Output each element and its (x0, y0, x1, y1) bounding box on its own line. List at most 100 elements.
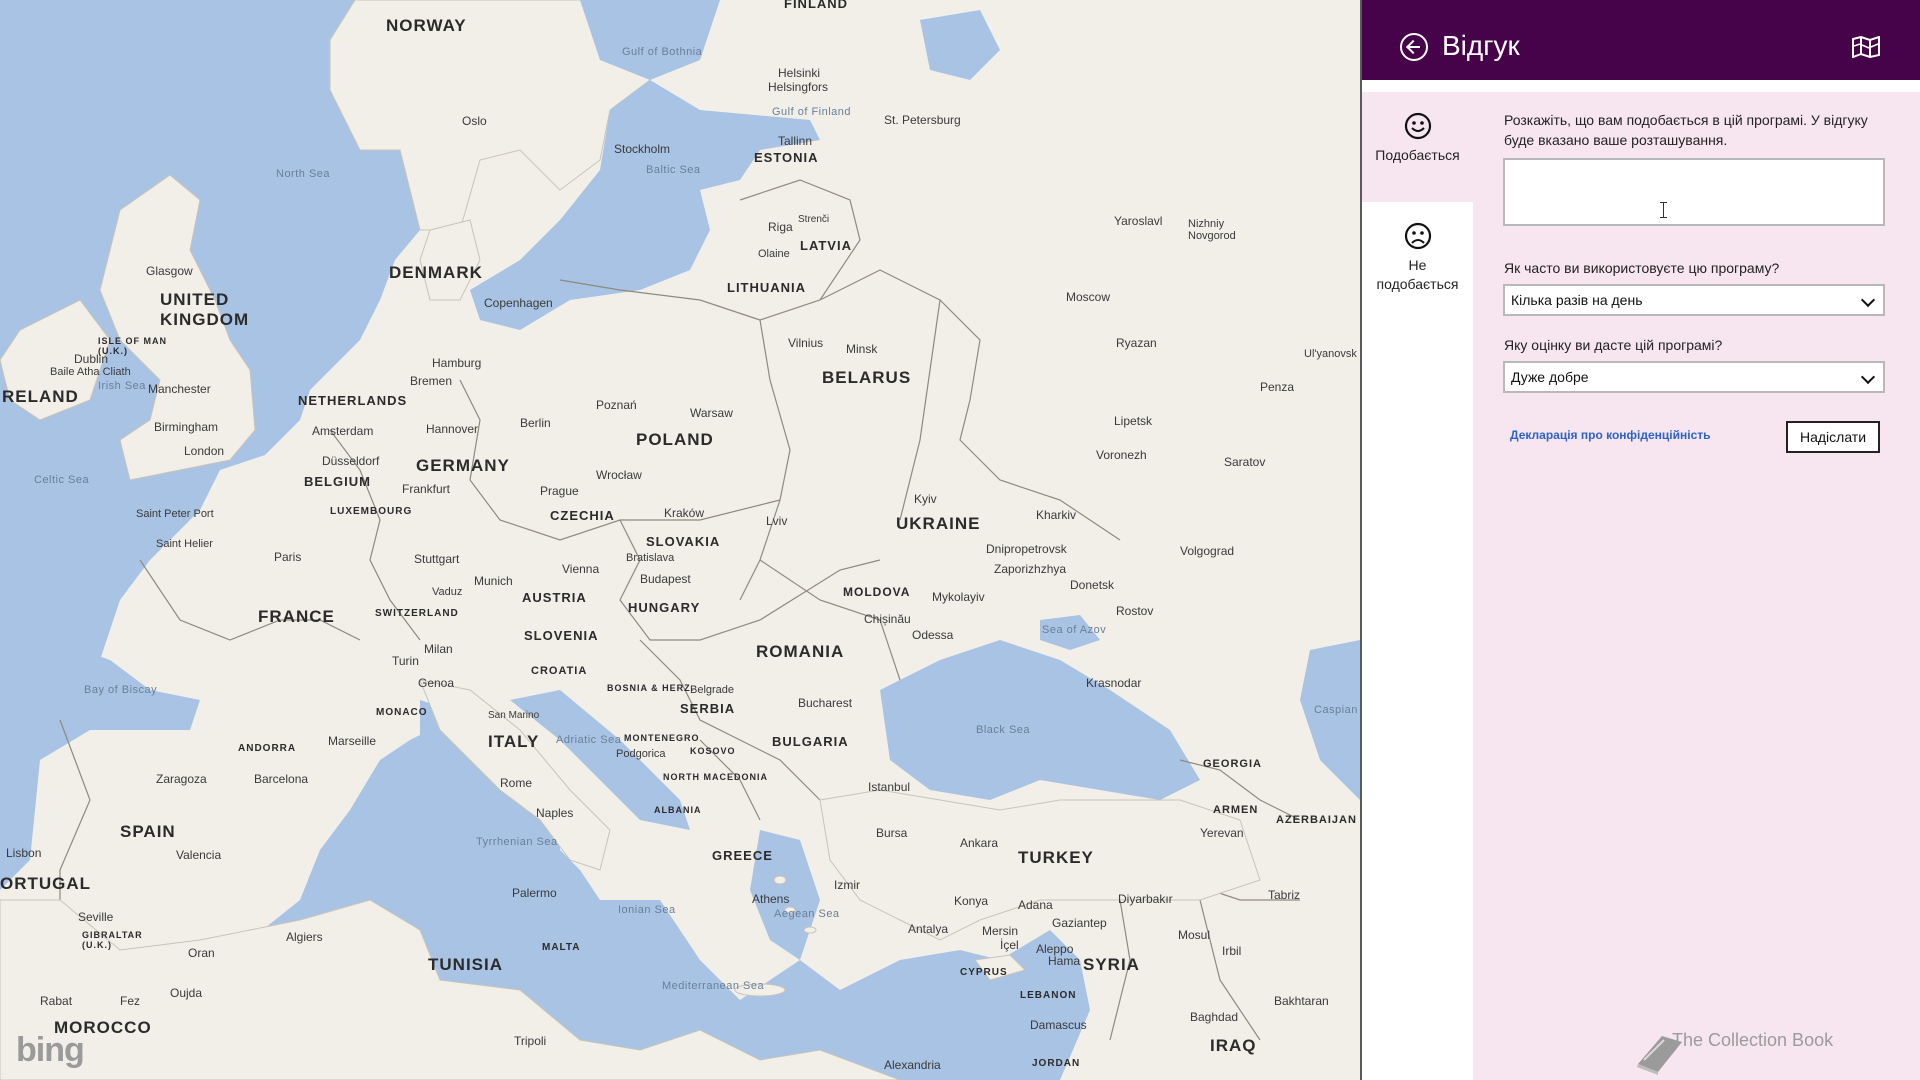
map-city-minsk: Minsk (846, 342, 878, 356)
map-city-zaporizhzhya: Zaporizhzhya (994, 562, 1067, 576)
map-sea-bothnia: Gulf of Bothnia (622, 46, 703, 58)
map-city-belgrade: Belgrade (690, 684, 735, 696)
feedback-textbox[interactable] (1503, 158, 1885, 226)
rating-select-value: Дуже добре (1511, 369, 1589, 385)
map-city-athens: Athens (752, 892, 790, 906)
frown-icon (1404, 222, 1431, 250)
map-city-valencia: Valencia (176, 848, 222, 862)
text-cursor-icon (1660, 202, 1667, 218)
map-city-kyiv: Kyiv (914, 492, 937, 506)
map-city-ankara: Ankara (960, 836, 999, 850)
map-label-spain: SPAIN (120, 822, 176, 841)
map-city-wroclaw: Wrocław (596, 468, 642, 482)
usage-select[interactable]: Кілька разів на день (1503, 284, 1885, 316)
map-city-dnipropetrovsk: Dnipropetrovsk (986, 542, 1067, 556)
tab-like[interactable]: Подобається (1362, 92, 1473, 202)
map-label-romania: ROMANIA (756, 642, 845, 661)
back-arrow-icon[interactable] (1400, 33, 1428, 61)
brand-name: The Collection Book (1672, 1030, 1834, 1050)
map-city-moscow: Moscow (1066, 290, 1111, 304)
map-city-baile-atha-cliath: Baile Atha Cliath (50, 366, 131, 378)
map-city-rabat: Rabat (40, 994, 73, 1008)
map-label-cyprus: CYPRUS (960, 967, 1008, 978)
map-sea-ionian: Ionian Sea (618, 904, 676, 916)
map-sea-azov: Sea of Azov (1042, 624, 1107, 636)
map-city-yerevan: Yerevan (1200, 826, 1244, 840)
map-city-manchester: Manchester (148, 382, 211, 396)
map-label-united-kingdom: UNITED KINGDOM (160, 290, 250, 329)
send-button[interactable]: Надіслати (1786, 421, 1880, 453)
map-label-italy: ITALY (488, 732, 540, 751)
rating-select[interactable]: Дуже добре (1503, 361, 1885, 393)
map-city-stockholm: Stockholm (614, 142, 671, 156)
map-sea-aegean: Aegean Sea (774, 908, 840, 920)
map-city-izmir: Izmir (834, 878, 860, 892)
map-label-syria: SYRIA (1083, 955, 1140, 974)
map-city-hamburg: Hamburg (432, 356, 482, 370)
map-city-olaine: Olaine (758, 248, 790, 260)
map-label-latvia: LATVIA (800, 238, 852, 253)
map-label-georgia: GEORGIA (1203, 758, 1262, 770)
map-city-hannover: Hannover (426, 422, 479, 436)
map-label-malta: MALTA (542, 942, 581, 953)
map-city-volgograd: Volgograd (1180, 544, 1235, 558)
map-city-berlin: Berlin (520, 416, 551, 430)
map-label-moldova: MOLDOVA (843, 585, 911, 599)
map-label-luxembourg: LUXEMBOURG (330, 506, 413, 517)
map-label-finland: FINLAND (784, 0, 849, 11)
map-sea-baltic: Baltic Sea (646, 164, 701, 176)
map-label-north-macedonia: NORTH MACEDONIA (663, 772, 768, 782)
map-city-nizhniy-novgorod: Nizhniy Novgorod (1188, 218, 1236, 242)
map-city-warsaw: Warsaw (690, 406, 733, 420)
map-sea-biscay: Bay of Biscay (84, 684, 158, 696)
map-city-saint-helier: Saint Helier (156, 538, 213, 550)
map-city-bratislava: Bratislava (626, 552, 675, 564)
map-city-diyarbakir: Diyarbakır (1118, 892, 1173, 906)
map-label-norway: NORWAY (386, 16, 467, 35)
chevron-down-icon (1860, 369, 1876, 385)
map-city-saratov: Saratov (1224, 455, 1266, 469)
map-city-helsinki: Helsinki (778, 66, 821, 80)
panel-title: Відгук (1442, 30, 1520, 61)
map-city-rome: Rome (500, 776, 533, 790)
map-sea-mediterranean: Mediterranean Sea (662, 980, 765, 992)
map-city-amsterdam: Amsterdam (312, 424, 374, 438)
map-city-bakhtaran: Bakhtaran (1274, 994, 1329, 1008)
map-city-rostov: Rostov (1116, 604, 1154, 618)
map-city-tallinn: Tallinn (778, 134, 813, 148)
map-label-andorra: ANDORRA (238, 743, 297, 754)
map-label-azerbaijan: AZERBAIJAN (1276, 814, 1357, 826)
map-city-mersin: Mersin (982, 924, 1019, 938)
map-label-slovenia: SLOVENIA (524, 628, 599, 643)
map-city-vilnius: Vilnius (788, 336, 824, 350)
map-label-austria: AUSTRIA (522, 590, 587, 605)
map-city-hama: Hama (1048, 954, 1081, 968)
tab-dislike[interactable]: Не подобається (1362, 202, 1473, 1080)
map-city-kharkiv: Kharkiv (1036, 508, 1077, 522)
map-label-belgium: BELGIUM (304, 474, 371, 489)
map-city-glasgow: Glasgow (146, 264, 193, 278)
map-label-montenegro: MONTENEGRO (624, 733, 700, 743)
map-city-prague: Prague (540, 484, 579, 498)
map-city-oran: Oran (188, 946, 215, 960)
map-city-gaziantep: Gaziantep (1052, 916, 1107, 930)
map-label-france: FRANCE (258, 607, 335, 626)
map-city-seville: Seville (78, 910, 114, 924)
map-city-krakow: Kraków (664, 506, 705, 520)
privacy-link[interactable]: Декларація про конфіденційність (1510, 428, 1711, 442)
map-icon[interactable] (1852, 36, 1880, 58)
map-city-alexandria: Alexandria (884, 1058, 941, 1072)
chevron-down-icon (1860, 292, 1876, 308)
map-city-budapest: Budapest (640, 572, 691, 586)
map-label-monaco: MONACO (376, 707, 428, 718)
map-sea-north: North Sea (276, 168, 331, 180)
map-view[interactable]: NORWAY DENMARK UNITED KINGDOM RELAND NETH… (0, 0, 1360, 1080)
map-city-munich: Munich (474, 574, 513, 588)
map-label-belarus: BELARUS (822, 368, 912, 387)
map-sea-irish: Irish Sea (98, 380, 146, 392)
panel-header: Відгук (1362, 0, 1920, 80)
map-city-birmingham: Birmingham (154, 420, 219, 434)
map-city-milan: Milan (424, 642, 453, 656)
usage-question: Як часто ви використовуєте цю програму? (1504, 260, 1780, 276)
map-city-vaduz: Vaduz (432, 586, 463, 598)
